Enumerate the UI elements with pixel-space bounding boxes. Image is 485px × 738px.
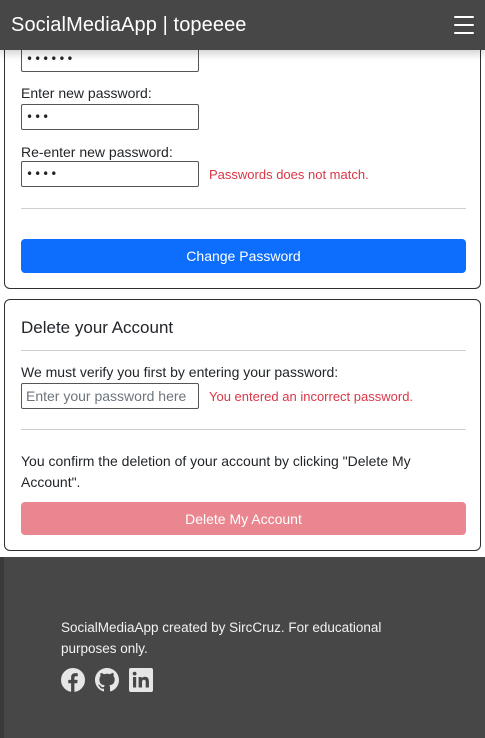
divider xyxy=(21,429,466,430)
hamburger-menu-icon[interactable] xyxy=(454,16,474,34)
new-password-input[interactable] xyxy=(21,104,199,130)
reenter-password-label: Re-enter new password: xyxy=(21,144,173,160)
divider xyxy=(21,208,466,209)
delete-account-card: Delete your Account We must verify you f… xyxy=(4,299,481,551)
footer-credit-text: SocialMediaApp created by SircCruz. For … xyxy=(61,620,382,656)
change-password-card: Enter new password: Re-enter new passwor… xyxy=(4,20,481,289)
linkedin-icon[interactable] xyxy=(129,668,153,692)
verify-password-input[interactable] xyxy=(21,383,199,409)
incorrect-password-error: You entered an incorrect password. xyxy=(209,389,414,404)
github-icon[interactable] xyxy=(95,668,119,692)
verify-password-label: We must verify you first by entering you… xyxy=(21,364,339,380)
social-links xyxy=(61,668,153,692)
confirm-deletion-text: You confirm the deletion of your account… xyxy=(21,453,411,490)
footer: SocialMediaApp created by SircCruz. For … xyxy=(0,557,485,738)
password-mismatch-error: Passwords does not match. xyxy=(209,167,369,182)
facebook-icon[interactable] xyxy=(61,668,85,692)
divider xyxy=(21,350,466,351)
footer-edge xyxy=(0,557,4,738)
new-password-label: Enter new password: xyxy=(21,85,152,101)
top-navbar: SocialMediaApp | topeeee xyxy=(0,0,485,50)
delete-account-button[interactable]: Delete My Account xyxy=(21,502,466,535)
change-password-button[interactable]: Change Password xyxy=(21,239,466,273)
app-brand[interactable]: SocialMediaApp | topeeee xyxy=(11,14,247,37)
delete-account-title: Delete your Account xyxy=(21,318,174,337)
reenter-password-input[interactable] xyxy=(21,161,199,187)
